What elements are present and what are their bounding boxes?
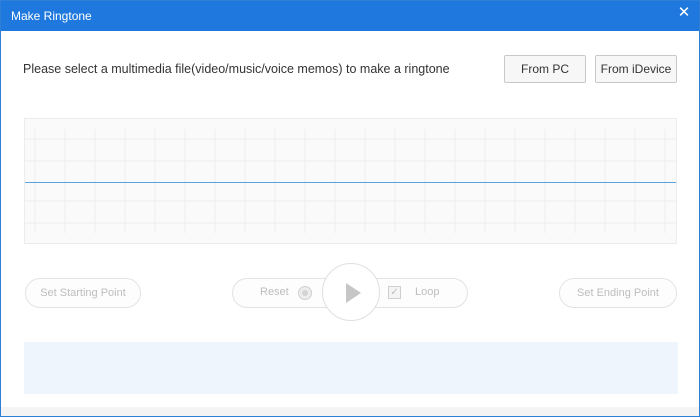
play-button[interactable]: [322, 263, 380, 321]
title-bar[interactable]: Make Ringtone ✕: [1, 1, 699, 31]
set-ending-point-button[interactable]: Set Ending Point: [559, 278, 677, 308]
waveform-baseline: [25, 182, 676, 183]
close-icon[interactable]: ✕: [673, 3, 695, 23]
waveform-area[interactable]: [24, 118, 677, 244]
loop-checkbox[interactable]: ✓: [388, 286, 401, 299]
loop-label[interactable]: Loop: [415, 286, 439, 298]
play-icon: [346, 283, 361, 303]
from-pc-button[interactable]: From PC: [504, 55, 586, 83]
from-idevice-button[interactable]: From iDevice: [595, 55, 677, 83]
dialog-title: Make Ringtone: [11, 9, 92, 23]
set-starting-point-button[interactable]: Set Starting Point: [25, 278, 141, 308]
reset-button[interactable]: Reset: [260, 286, 289, 298]
select-file-prompt: Please select a multimedia file(video/mu…: [23, 62, 450, 76]
waveform-grid: [25, 129, 676, 233]
make-ringtone-dialog: Make Ringtone ✕ Please select a multimed…: [0, 0, 700, 417]
progress-area: [24, 342, 678, 394]
bottom-strip: [1, 407, 699, 416]
reset-icon[interactable]: [298, 286, 312, 300]
